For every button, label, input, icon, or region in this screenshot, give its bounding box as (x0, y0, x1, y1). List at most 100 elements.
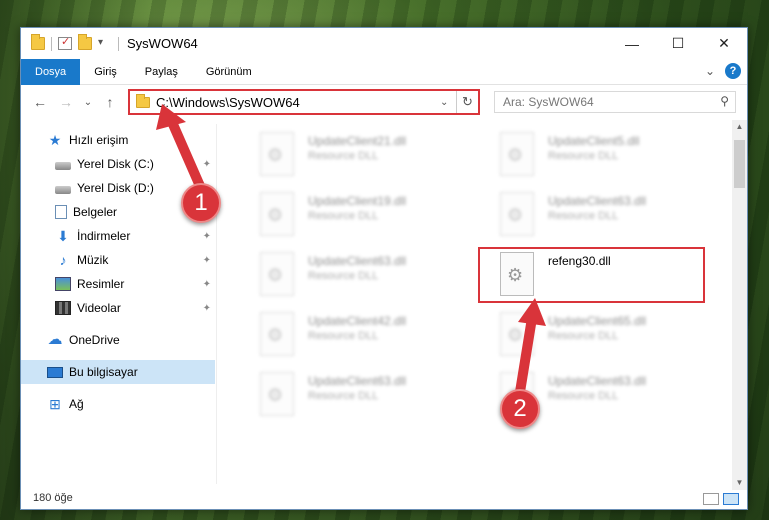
sidebar-item-network[interactable]: ⊞ Ağ (21, 392, 215, 416)
pin-icon[interactable]: ✦ (203, 231, 211, 242)
new-folder-icon[interactable] (78, 34, 92, 50)
dll-file-icon (260, 132, 294, 176)
up-button[interactable]: ↑ (97, 94, 123, 110)
file-name: UpdateClient21.dll (308, 134, 407, 148)
scroll-up-icon[interactable]: ▲ (732, 120, 747, 134)
sidebar-item-local-disk-c[interactable]: Yerel Disk (C:) ✦ (21, 152, 215, 176)
tab-share[interactable]: Paylaş (131, 59, 192, 85)
back-button[interactable]: ← (27, 94, 53, 110)
star-icon: ★ (48, 132, 62, 148)
tab-file[interactable]: Dosya (21, 58, 81, 85)
download-icon: ⬇ (57, 228, 69, 244)
list-item[interactable]: UpdateClient21.dll Resource DLL (238, 128, 438, 180)
recent-locations-button[interactable]: ⌄ (79, 97, 97, 108)
list-item[interactable]: UpdateClient42.dll Resource DLL (238, 308, 438, 360)
disk-icon (55, 161, 71, 170)
scroll-thumb[interactable] (734, 140, 745, 188)
address-dropdown-icon[interactable]: ⌄ (440, 97, 456, 108)
tab-view[interactable]: Görünüm (192, 59, 266, 85)
dll-file-icon (260, 252, 294, 296)
music-icon: ♪ (59, 252, 67, 268)
file-highlight-box (478, 247, 705, 303)
window-controls: — ☐ ✕ (609, 28, 747, 59)
status-bar: 180 öğe (21, 487, 747, 509)
list-item[interactable]: UpdateClient19.dll Resource DLL (238, 188, 438, 240)
pin-icon[interactable]: ✦ (203, 255, 211, 266)
dll-file-icon (500, 132, 534, 176)
view-switcher (703, 493, 739, 505)
search-icon[interactable]: ⚲ (720, 94, 729, 108)
ribbon-right: ⌄ ? (705, 63, 741, 79)
list-item[interactable]: UpdateClient63.dll Resource DLL (478, 188, 678, 240)
sidebar-item-onedrive[interactable]: ☁ OneDrive (21, 328, 215, 352)
expand-ribbon-icon[interactable]: ⌄ (705, 64, 715, 78)
file-type: Resource DLL (548, 210, 619, 222)
vertical-scrollbar[interactable]: ▲ ▼ (732, 120, 747, 490)
sidebar-item-quick-access[interactable]: ★ Hızlı erişim (21, 128, 215, 152)
file-type: Resource DLL (548, 390, 619, 402)
list-item[interactable]: UpdateClient65.dll Resource DLL (478, 308, 678, 360)
help-icon[interactable]: ? (725, 63, 741, 79)
title-bar: ▾ SysWOW64 — ☐ ✕ (21, 28, 747, 59)
pin-icon[interactable]: ✦ (203, 159, 211, 170)
refresh-button[interactable]: ↻ (456, 91, 478, 113)
file-type: Resource DLL (308, 270, 379, 282)
sidebar-item-videos[interactable]: Videolar ✦ (21, 296, 215, 320)
customize-toolbar-icon[interactable]: ▾ (98, 37, 112, 50)
window-title: SysWOW64 (127, 36, 198, 51)
dll-file-icon (500, 312, 534, 356)
disk-icon (55, 185, 71, 194)
address-path[interactable]: C:\Windows\SysWOW64 (156, 95, 440, 110)
sidebar-item-this-pc[interactable]: Bu bilgisayar (21, 360, 215, 384)
maximize-button[interactable]: ☐ (655, 28, 701, 59)
explorer-window: ▾ SysWOW64 — ☐ ✕ Dosya Giriş Paylaş Görü… (20, 27, 748, 510)
file-name: UpdateClient5.dll (548, 134, 640, 148)
properties-icon[interactable] (58, 35, 72, 50)
video-icon (55, 301, 71, 315)
dll-file-icon (260, 312, 294, 356)
details-view-icon[interactable] (703, 493, 719, 505)
sidebar-item-pictures[interactable]: Resimler ✦ (21, 272, 215, 296)
file-type: Resource DLL (308, 390, 379, 402)
dll-file-icon (500, 192, 534, 236)
search-input[interactable]: Ara: SysWOW64 ⚲ (494, 91, 736, 113)
close-button[interactable]: ✕ (701, 28, 747, 59)
sidebar-item-music[interactable]: ♪ Müzik ✦ (21, 248, 215, 272)
minimize-button[interactable]: — (609, 28, 655, 59)
pin-icon[interactable]: ✦ (203, 279, 211, 290)
sidebar-item-label: Yerel Disk (D:) (77, 181, 154, 195)
pin-icon[interactable]: ✦ (203, 303, 211, 314)
step-badge-1: 1 (181, 183, 221, 223)
sidebar-item-label: Ağ (69, 397, 84, 411)
sidebar-item-label: Hızlı erişim (69, 133, 129, 147)
tab-home[interactable]: Giriş (80, 59, 131, 85)
divider (51, 36, 52, 51)
navigation-pane: ★ Hızlı erişim Yerel Disk (C:) ✦ Yerel D… (21, 124, 217, 484)
file-name: UpdateClient63.dll (548, 194, 647, 208)
cloud-icon: ☁ (47, 331, 63, 348)
large-icons-view-icon[interactable] (723, 493, 739, 505)
list-item[interactable]: UpdateClient63.dll Resource DLL (238, 368, 438, 420)
sidebar-item-label: OneDrive (69, 333, 120, 347)
sidebar-item-label: İndirmeler (77, 229, 131, 243)
list-item[interactable]: UpdateClient63.dll Resource DLL (238, 248, 438, 300)
file-name: UpdateClient63.dll (548, 374, 647, 388)
dll-file-icon (260, 372, 294, 416)
file-name: UpdateClient42.dll (308, 314, 407, 328)
file-type: Resource DLL (308, 210, 379, 222)
step-badge-2: 2 (500, 389, 540, 429)
computer-icon (47, 366, 63, 378)
sidebar-item-downloads[interactable]: ⬇ İndirmeler ✦ (21, 224, 215, 248)
sidebar-item-label: Belgeler (73, 205, 118, 219)
quick-access-toolbar: ▾ (31, 34, 119, 51)
network-icon: ⊞ (49, 396, 61, 412)
forward-button[interactable]: → (53, 94, 79, 110)
ribbon-tabs: Dosya Giriş Paylaş Görünüm ⌄ ? (21, 58, 747, 85)
folder-icon (136, 93, 150, 108)
address-bar[interactable]: C:\Windows\SysWOW64 ⌄ ↻ (128, 89, 480, 115)
file-name: UpdateClient65.dll (548, 314, 647, 328)
sidebar-item-label: Yerel Disk (C:) (77, 157, 154, 171)
list-item[interactable]: UpdateClient5.dll Resource DLL (478, 128, 678, 180)
file-type: Resource DLL (308, 330, 379, 342)
folder-icon (31, 34, 45, 50)
